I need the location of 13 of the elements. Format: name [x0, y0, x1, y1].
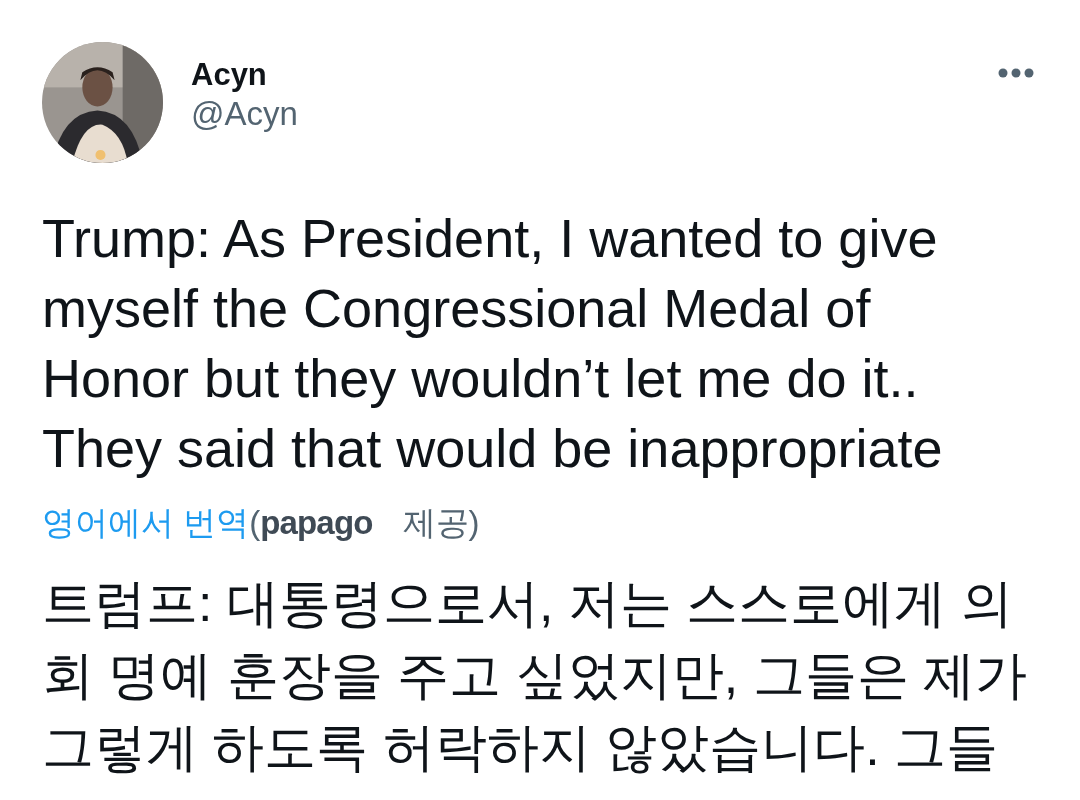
tweet-text-line: Honor but they wouldn’t let me do it..: [42, 347, 919, 410]
translated-text-line: 회 명예 훈장을 주고 싶었지만, 그들은 제가: [42, 645, 1028, 706]
translated-text-line: 그렇게 하도록 허락하지 않았습니다. 그들: [42, 717, 999, 778]
tweet-text-line: They said that would be inappropriate: [42, 417, 943, 480]
translated-text-line: 트럼프: 대통령으로서, 저는 스스로에게 의: [42, 573, 1013, 634]
papago-logo: papago: [260, 503, 373, 543]
author-handle[interactable]: @Acyn: [191, 94, 298, 134]
translation-provider-text: 제공): [402, 503, 480, 543]
author-name[interactable]: Acyn: [191, 56, 298, 94]
tweet-text-line: Trump: As President, I wanted to give: [42, 207, 938, 270]
tweet-text-line: myself the Congressional Medal of: [42, 277, 871, 340]
more-icon[interactable]: [998, 68, 1034, 78]
translation-paren: (: [249, 503, 261, 543]
